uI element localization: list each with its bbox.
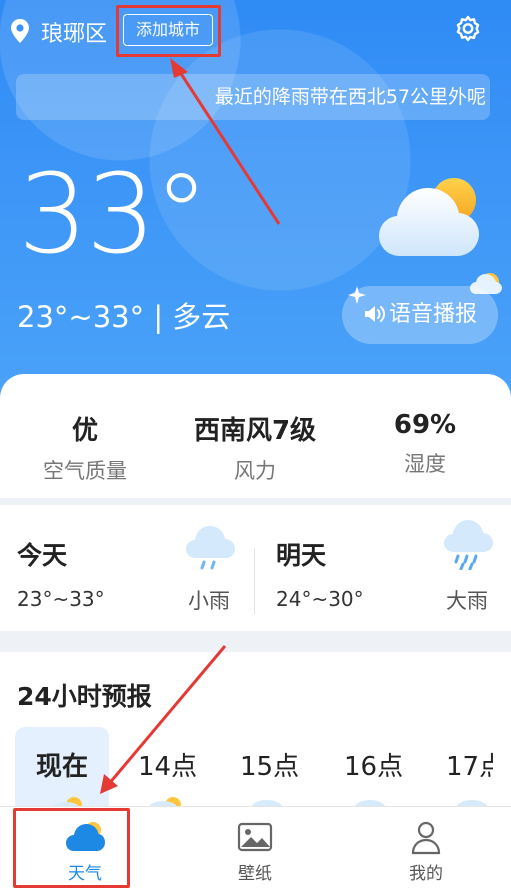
district-name[interactable]: 琅琊区 [41,16,107,48]
sparkle-icon [348,286,366,304]
stats-card: 优 空气质量 西南风7级 风力 69% 湿度 [0,374,511,498]
stat-air-quality[interactable]: 优 空气质量 [30,410,140,485]
nav-weather-annotation [13,808,130,888]
day-divider [254,548,255,614]
today-range: 23°~33° [17,587,105,611]
days-card[interactable] [0,505,511,631]
temp-range-condition: 23°~33° | 多云 [17,300,231,334]
nav-mine-label: 我的 [409,864,443,884]
stat-value: 西南风7级 [193,416,317,446]
stat-value: 69% [393,410,457,440]
stat-label: 空气质量 [43,459,127,483]
location-pin-icon [11,19,29,43]
hour-item[interactable]: 16点 [344,746,403,783]
stat-humidity[interactable]: 69% 湿度 [375,410,475,478]
tomorrow-title: 明天 [276,541,327,570]
forecast-title: 24小时预报 [17,682,152,711]
hour-item[interactable]: 14点 [138,746,197,783]
nav-wallpaper-label: 壁纸 [238,864,272,884]
hour-item[interactable]: 17点 [446,746,493,783]
hour-item[interactable]: 现在 [36,746,88,783]
speaker-icon [364,306,385,322]
nav-wallpaper[interactable]: 壁纸 [170,807,340,891]
stat-label: 湿度 [404,452,446,476]
rain-notice-banner[interactable]: 最近的降雨带在西北57公里外呢 [16,74,490,120]
partly-cloudy-icon [379,178,479,256]
tomorrow-range: 24°~30° [276,587,364,611]
weather-hero: 琅琊区 添加城市 最近的降雨带在西北57公里外呢 33° 23°~33° | 多… [0,0,511,400]
voice-broadcast-label: 语音播报 [388,302,477,327]
current-temperature: 33° [18,150,209,278]
top-bar: 琅琊区 添加城市 [0,0,511,62]
today-condition: 小雨 [188,589,230,613]
tomorrow-condition: 大雨 [446,589,488,613]
add-city-button[interactable]: 添加城市 [123,14,213,46]
stat-label: 风力 [234,459,276,483]
today-title: 今天 [17,541,68,570]
gear-icon[interactable] [452,14,484,46]
stat-value: 优 [71,416,98,446]
nav-mine[interactable]: 我的 [341,807,511,891]
heavy-rain-icon [444,520,493,570]
hour-item[interactable]: 15点 [240,746,299,783]
stat-wind[interactable]: 西南风7级 风力 [180,410,330,485]
user-icon [411,821,441,855]
image-icon [237,822,273,852]
light-rain-icon [186,526,235,570]
